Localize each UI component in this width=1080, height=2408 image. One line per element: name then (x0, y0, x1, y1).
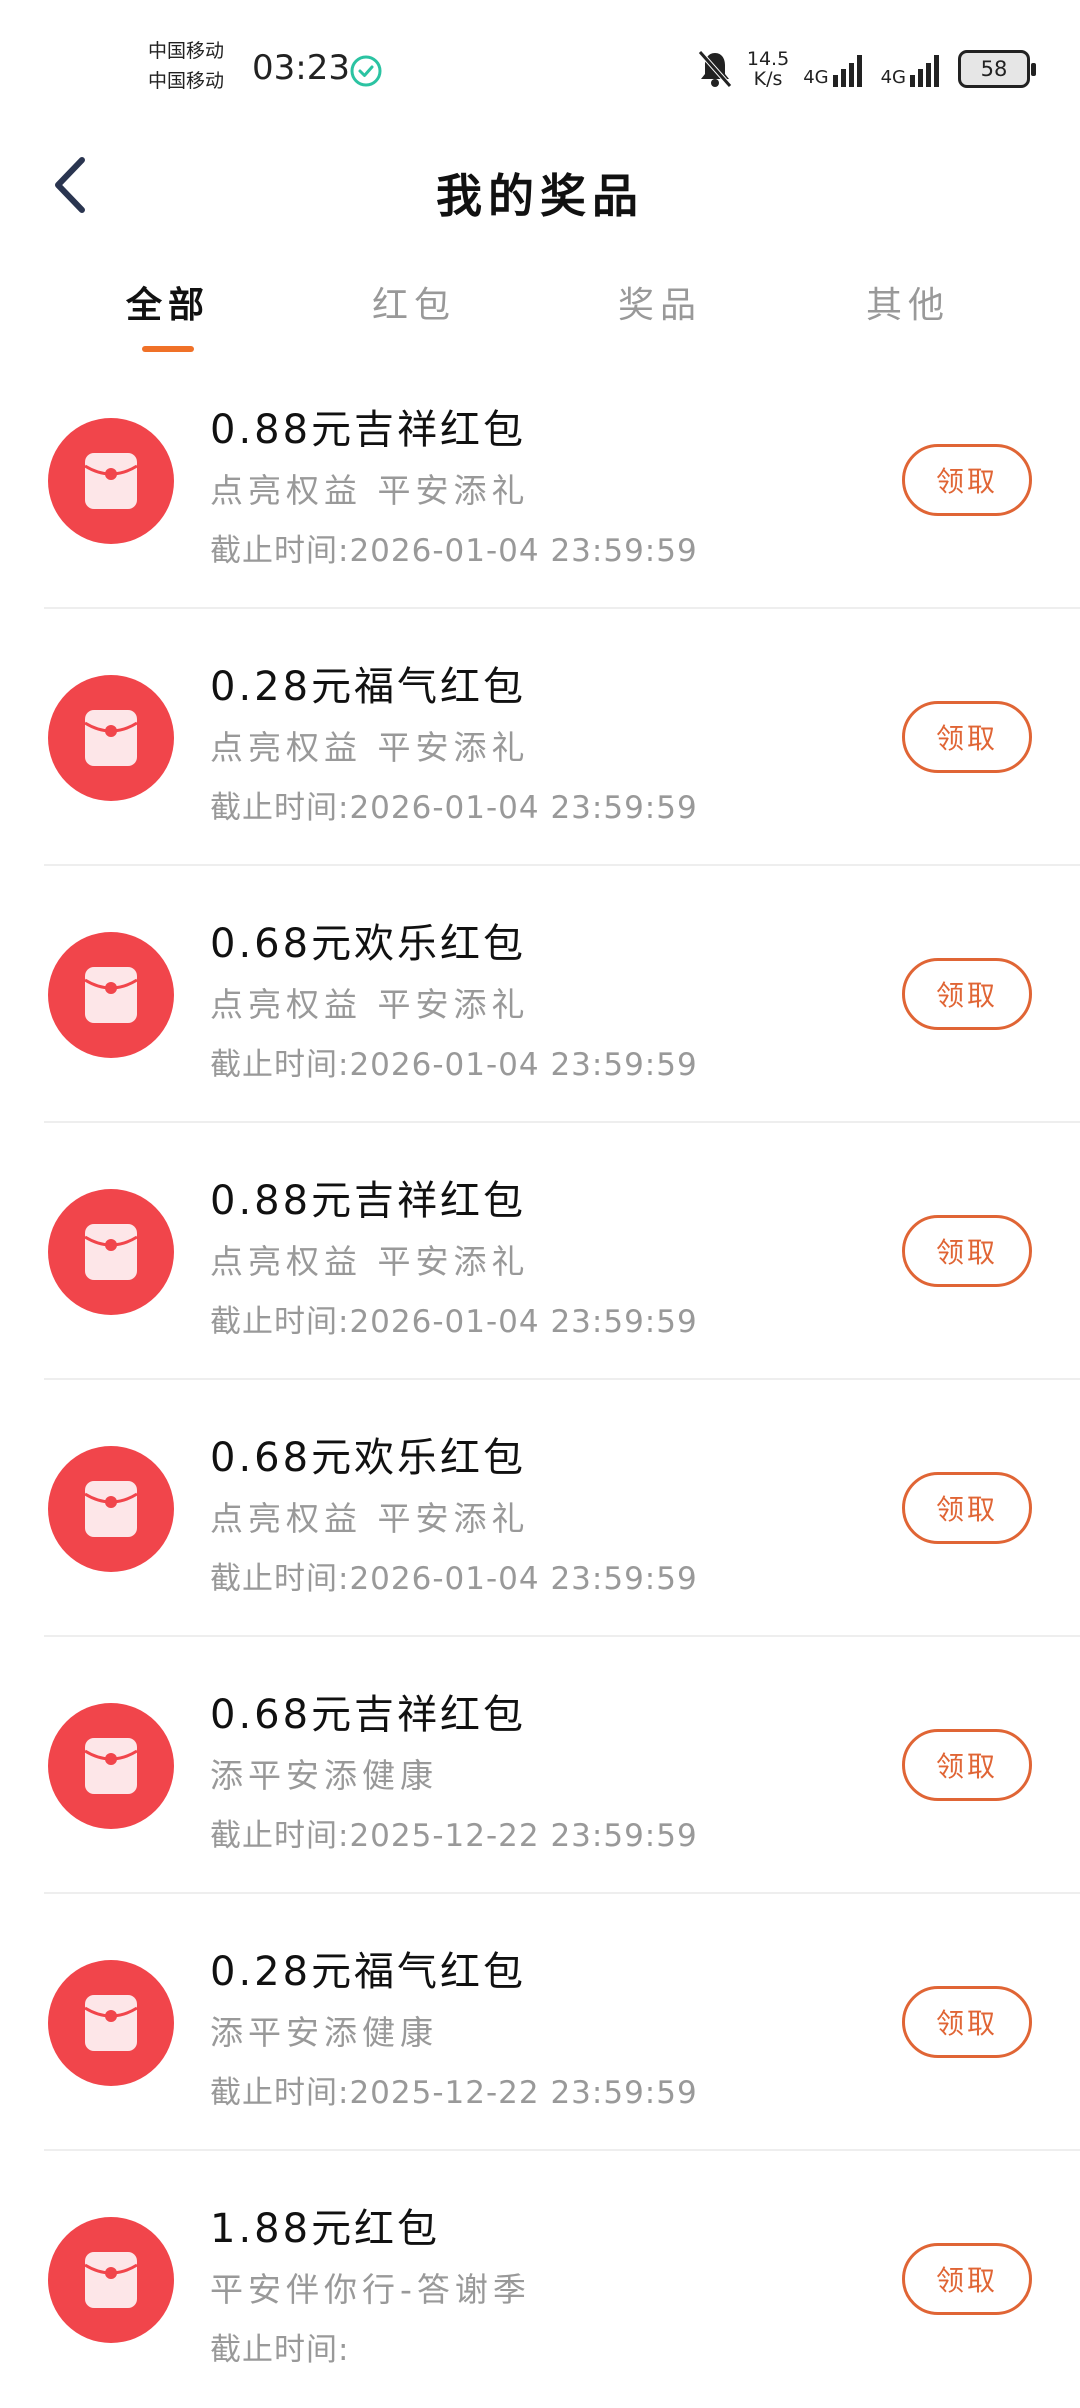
prize-title: 0.28元福气红包 (210, 664, 527, 710)
prize-desc: 点亮权益 平安添礼 (210, 1499, 530, 1538)
claim-button[interactable]: 领取 (902, 1986, 1032, 2058)
list-item: 0.88元吉祥红包 点亮权益 平安添礼 截止时间:2026-01-04 23:5… (44, 1123, 1080, 1380)
red-envelope-icon (48, 1446, 174, 1572)
prize-deadline: 截止时间:2026-01-04 23:59:59 (210, 1304, 698, 1340)
claim-button[interactable]: 领取 (902, 958, 1032, 1030)
red-envelope-icon (48, 1189, 174, 1315)
list-item: 0.68元欢乐红包 点亮权益 平安添礼 截止时间:2026-01-04 23:5… (44, 866, 1080, 1123)
carrier-1: 中国移动 (148, 40, 225, 62)
prize-title: 0.68元欢乐红包 (210, 921, 527, 967)
claim-button[interactable]: 领取 (902, 2243, 1032, 2315)
prize-desc: 点亮权益 平安添礼 (210, 985, 530, 1024)
battery-icon: 58 (958, 50, 1036, 88)
prize-title: 0.68元欢乐红包 (210, 1435, 527, 1481)
red-envelope-icon (48, 932, 174, 1058)
tab-prizes[interactable]: 奖品 (580, 276, 740, 328)
red-envelope-icon (48, 1960, 174, 2086)
battery-level: 58 (980, 57, 1008, 81)
signal-1: 4G (803, 51, 866, 87)
signal-bars-icon (910, 55, 939, 87)
claim-button[interactable]: 领取 (902, 1729, 1032, 1801)
status-bar: 中国移动 中国移动 03:23 14.5 K/s 4G 4G 58 (0, 0, 1080, 120)
prize-desc: 点亮权益 平安添礼 (210, 1242, 530, 1281)
prize-title: 0.28元福气红包 (210, 1949, 527, 1995)
status-icons: 14.5 K/s 4G 4G 58 (697, 46, 1036, 92)
prize-deadline: 截止时间:2026-01-04 23:59:59 (210, 1561, 698, 1597)
list-item: 0.68元欢乐红包 点亮权益 平安添礼 截止时间:2026-01-04 23:5… (44, 1380, 1080, 1637)
prize-deadline: 截止时间:2026-01-04 23:59:59 (210, 1047, 698, 1083)
prize-title: 0.68元吉祥红包 (210, 1692, 527, 1738)
list-item: 0.68元吉祥红包 添平安添健康 截止时间:2025-12-22 23:59:5… (44, 1637, 1080, 1894)
carrier-info: 中国移动 中国移动 (148, 36, 224, 96)
prize-desc: 点亮权益 平安添礼 (210, 471, 530, 510)
list-item: 1.88元红包 平安伴你行-答谢季 截止时间: 领取 (44, 2151, 1080, 2408)
prize-title: 1.88元红包 (210, 2206, 441, 2252)
red-envelope-icon (48, 418, 174, 544)
net-speed-value: 14.5 (746, 48, 790, 70)
prize-deadline: 截止时间:2025-12-22 23:59:59 (210, 2075, 698, 2111)
prize-title: 0.88元吉祥红包 (210, 1178, 527, 1224)
verified-check-icon (350, 55, 382, 87)
claim-button[interactable]: 领取 (902, 701, 1032, 773)
header: 我的奖品 (0, 120, 1080, 250)
signal-bars-icon (832, 55, 862, 87)
list-item: 0.88元吉祥红包 点亮权益 平安添礼 截止时间:2026-01-04 23:5… (44, 352, 1080, 609)
prize-deadline: 截止时间:2026-01-04 23:59:59 (210, 533, 698, 569)
red-envelope-icon (48, 2217, 174, 2343)
tab-red-envelope[interactable]: 红包 (334, 276, 494, 328)
signal-1-label: 4G (803, 67, 829, 88)
prize-desc: 平安伴你行-答谢季 (210, 2270, 531, 2309)
prize-deadline: 截止时间:2025-12-22 23:59:59 (210, 1818, 698, 1854)
tab-other[interactable]: 其他 (828, 276, 988, 328)
claim-button[interactable]: 领取 (902, 444, 1032, 516)
tab-bar: 全部 红包 奖品 其他 (0, 270, 1080, 360)
prize-list: 0.88元吉祥红包 点亮权益 平安添礼 截止时间:2026-01-04 23:5… (0, 352, 1080, 2408)
mute-bell-icon (698, 50, 732, 88)
prize-desc: 点亮权益 平安添礼 (210, 728, 530, 767)
signal-2-label: 4G (880, 67, 906, 88)
red-envelope-icon (48, 675, 174, 801)
list-item: 0.28元福气红包 添平安添健康 截止时间:2025-12-22 23:59:5… (44, 1894, 1080, 2151)
prize-deadline: 截止时间: (210, 2332, 350, 2368)
prize-deadline: 截止时间:2026-01-04 23:59:59 (210, 790, 698, 826)
net-speed-unit: K/s (753, 68, 783, 90)
claim-button[interactable]: 领取 (902, 1472, 1032, 1544)
prize-desc: 添平安添健康 (210, 1756, 438, 1795)
page-title: 我的奖品 (436, 169, 644, 223)
prize-title: 0.88元吉祥红包 (210, 407, 527, 453)
clock: 03:23 (252, 48, 350, 88)
tab-all[interactable]: 全部 (88, 276, 248, 328)
carrier-2: 中国移动 (148, 70, 225, 92)
red-envelope-icon (48, 1703, 174, 1829)
prize-desc: 添平安添健康 (210, 2013, 438, 2052)
claim-button[interactable]: 领取 (902, 1215, 1032, 1287)
list-item: 0.28元福气红包 点亮权益 平安添礼 截止时间:2026-01-04 23:5… (44, 609, 1080, 866)
signal-2: 4G (881, 51, 944, 87)
net-speed: 14.5 K/s (747, 49, 789, 89)
